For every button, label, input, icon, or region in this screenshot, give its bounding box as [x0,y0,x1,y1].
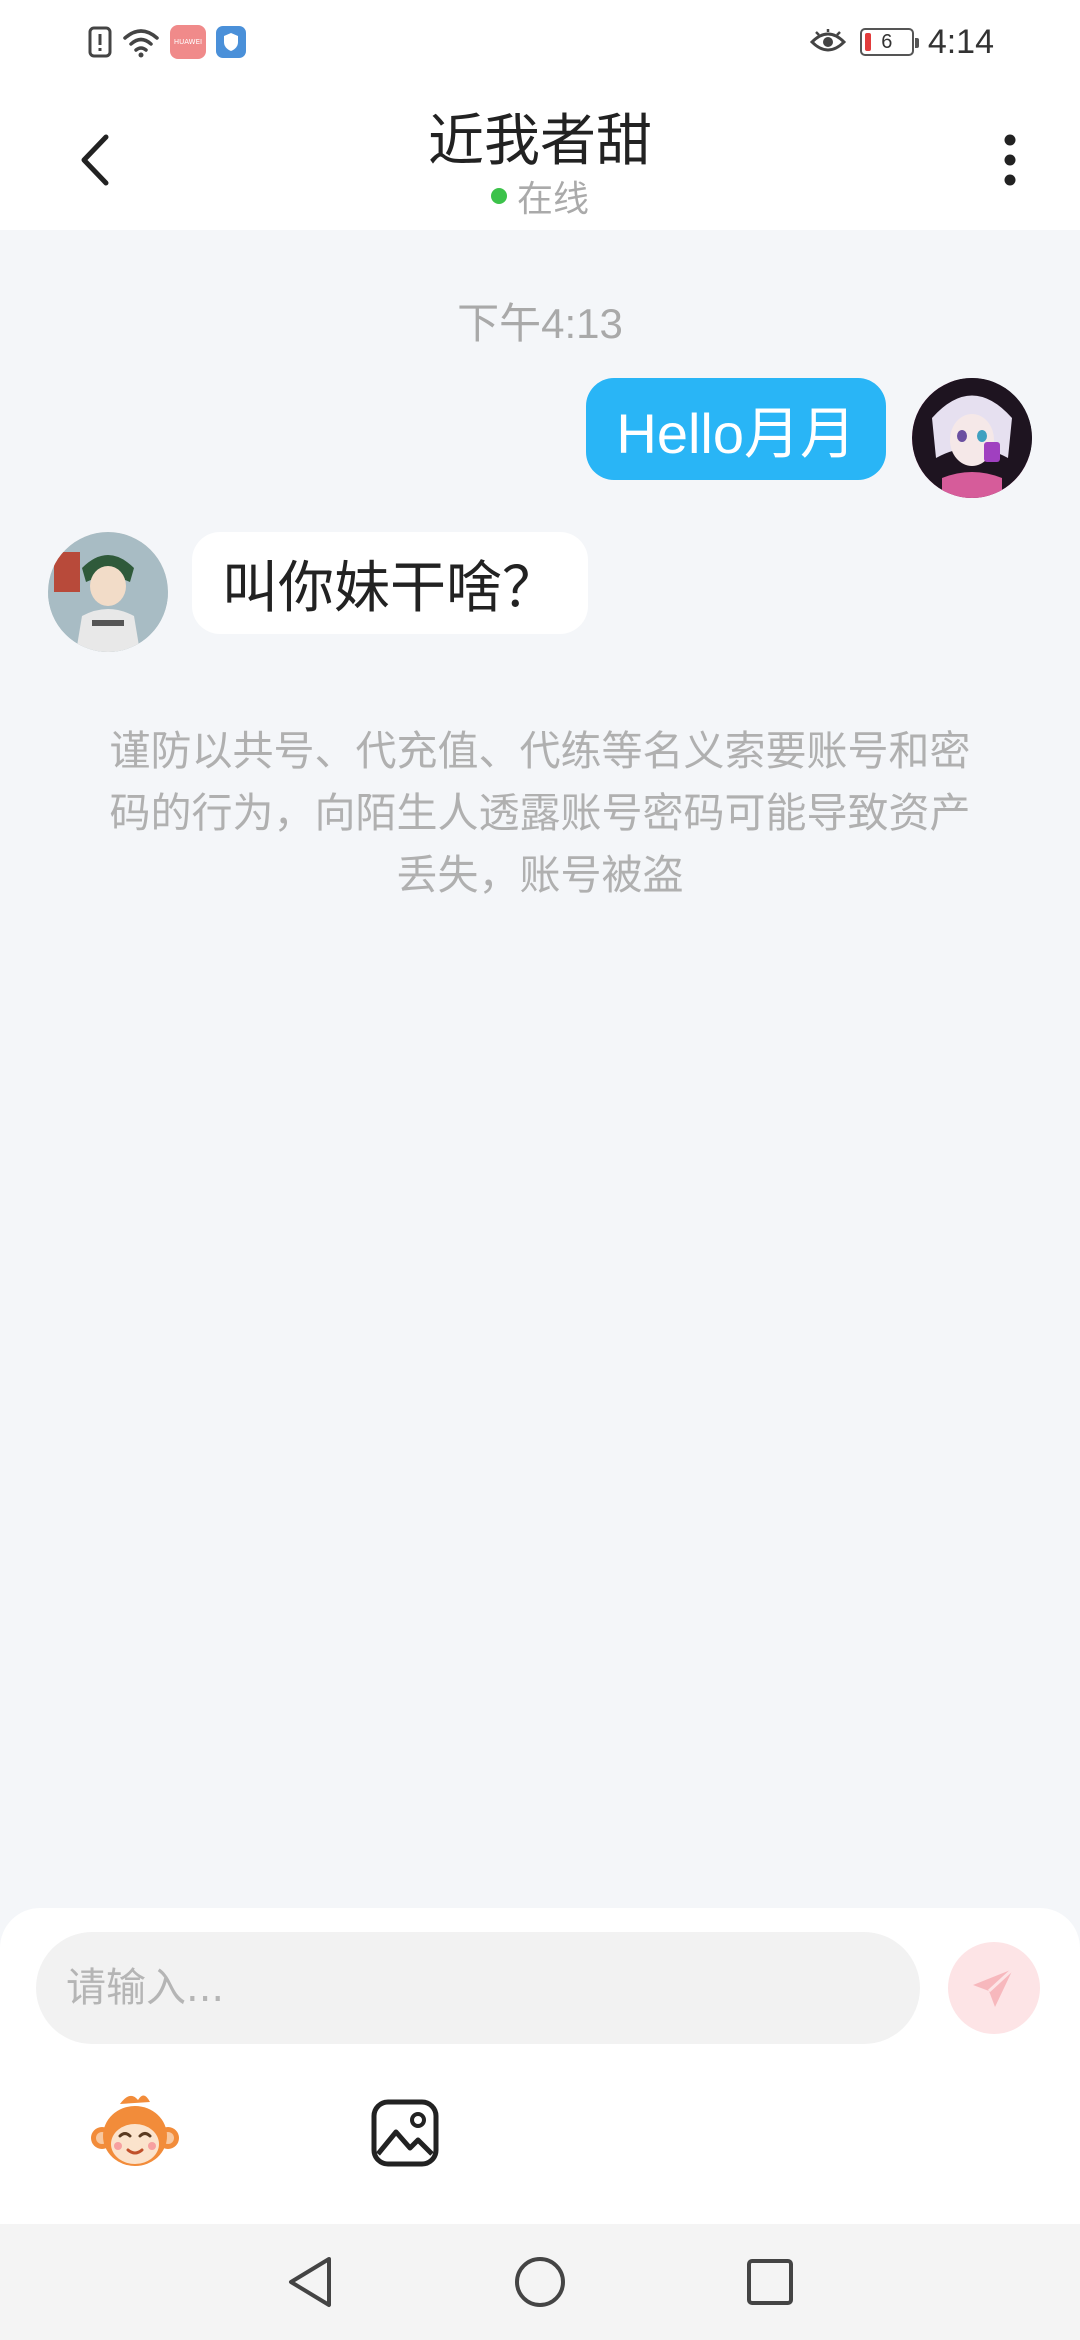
more-vertical-icon [1004,134,1016,186]
paper-plane-icon [973,1967,1015,2007]
online-status: 在线 [0,170,1080,222]
self-avatar-image [912,378,1032,498]
battery-icon: 6 [859,28,919,56]
message-input[interactable] [36,1932,920,2044]
security-notice: 谨防以共号、代充值、代练等名义索要账号和密码的行为，向陌生人透露账号密码可能导致… [109,727,971,899]
square-recent-icon [747,2259,793,2305]
app-badge-label: HUAWEI [173,38,203,46]
app-badge-icon: HUAWEI [170,25,206,59]
wifi-icon [123,29,159,58]
status-time: 4:14 [927,22,994,61]
alert-icon [88,26,112,58]
system-nav-bar [0,2224,1080,2340]
more-options-button[interactable] [980,120,1040,200]
eye-icon [809,29,846,52]
chat-screen: HUAWEI 6 4:14 近我者甜 在线 下午4:13 Hello月月 叫你妹… [0,0,1080,2340]
chat-header: 近我者甜 在线 [0,84,1080,230]
circle-home-icon [515,2257,565,2307]
shield-icon [216,26,246,58]
contact-name: 近我者甜 [428,109,652,174]
self-avatar[interactable] [912,378,1032,498]
image-button[interactable] [370,2098,440,2168]
status-bar-left: HUAWEI [88,22,246,62]
online-dot-icon [490,188,507,204]
contact-avatar-image [48,532,168,652]
input-panel [0,1908,1080,2224]
message-bubble-other[interactable]: 叫你妹干啥？ [192,532,588,634]
contact-avatar[interactable] [48,532,168,652]
monkey-emoji-icon [91,2095,179,2166]
send-button[interactable] [948,1942,1040,2034]
battery-level: 6 [881,30,893,53]
image-icon [371,2099,439,2167]
status-bar-right: 6 4:14 [809,22,994,62]
nav-back-button[interactable] [280,2252,340,2312]
message-list[interactable]: 下午4:13 Hello月月 叫你妹干啥？ 谨防以共号、代充值、代练等名义索要账… [0,230,1080,1910]
battery-fill [864,33,871,51]
message-timestamp: 下午4:13 [457,300,623,347]
triangle-back-icon [289,2257,331,2307]
online-status-label: 在线 [516,179,589,220]
nav-home-button[interactable] [510,2252,570,2312]
message-bubble-self[interactable]: Hello月月 [586,378,886,480]
status-bar: HUAWEI 6 4:14 [0,0,1080,84]
nav-recent-button[interactable] [740,2252,800,2312]
emoji-button[interactable] [90,2088,180,2178]
